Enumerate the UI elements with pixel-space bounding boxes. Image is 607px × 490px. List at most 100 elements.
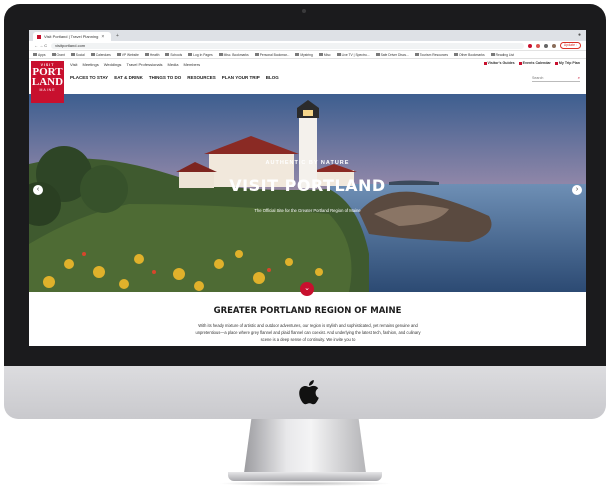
prev-slide-button[interactable]: ‹ [33, 185, 43, 195]
cta-icon [518, 61, 522, 65]
folder-icon [144, 53, 149, 57]
utility-nav-link[interactable]: Visit [70, 62, 77, 67]
update-button[interactable]: Update : [559, 42, 581, 49]
bookmark-label: Social [75, 52, 85, 57]
bookmark-item[interactable]: Misc. Bookmarks [218, 52, 249, 57]
utility-nav: Visit Meetings Weddings Travel Professional… [70, 62, 200, 67]
bookmark-label: Personal Bookmar... [259, 52, 290, 57]
folder-icon [70, 53, 75, 57]
intro-paragraph: With its heady mixture of artistic and o… [195, 323, 421, 342]
scroll-down-button[interactable]: ⌄ [300, 282, 314, 296]
hero-tagline: AUTHENTIC BY NATURE [265, 160, 350, 166]
bookmark-item[interactable]: VP Website [116, 52, 139, 57]
cta-icon [483, 61, 487, 65]
url-text: visitportland.com [55, 43, 86, 48]
bookmark-item[interactable]: Personal Bookmar... [254, 52, 290, 57]
folder-icon [454, 53, 458, 57]
main-nav-link[interactable]: PLAN YOUR TRIP [222, 75, 260, 80]
cta-link[interactable]: Events Calendar [518, 61, 551, 65]
utility-nav-link[interactable]: Travel Professionals [126, 62, 162, 67]
bookmark-label: Other Bookmarks [459, 52, 485, 57]
address-bar-row: ← → C visitportland.com Update : [29, 41, 586, 51]
bookmark-item[interactable]: Misc [318, 53, 331, 57]
bookmark-item[interactable]: Tourism Resources [414, 53, 448, 57]
webcam [302, 9, 306, 13]
folder-icon [188, 53, 193, 57]
browser-tab-bar: Visit Portland | Travel Planning × + ● [29, 30, 586, 41]
logo-maine-text: MAINE [39, 88, 56, 92]
close-tab-icon[interactable]: × [101, 34, 104, 40]
navigation-buttons[interactable]: ← → C [34, 43, 47, 48]
utility-nav-link[interactable]: Media [168, 62, 179, 67]
bookmark-label: Apps [38, 52, 46, 57]
utility-nav-link[interactable]: Meetings [82, 62, 98, 67]
main-nav-link[interactable]: BLOG [266, 75, 279, 80]
extension-icon[interactable] [535, 43, 540, 48]
bookmarks-bar: Apps Grant Social Calendars VP Website Health… [29, 51, 586, 59]
url-field[interactable]: visitportland.com [51, 42, 524, 49]
cta-label: Visitor's Guides [487, 61, 515, 65]
bookmark-item[interactable]: Live TV | Spectru... [336, 53, 370, 57]
bookmark-item[interactable]: Mystring [295, 53, 313, 57]
new-tab-button[interactable]: + [116, 33, 119, 39]
imac-computer: Visit Portland | Travel Planning × + ● ←… [0, 0, 607, 490]
folder-icon [318, 53, 323, 57]
bookmark-item[interactable]: Other Bookmarks [454, 53, 485, 57]
search-icon[interactable]: ⌕ [578, 75, 580, 80]
folder-icon [90, 53, 95, 57]
bookmark-label: Misc. Bookmarks [223, 52, 249, 57]
utility-nav-link[interactable]: Members [183, 62, 200, 67]
main-nav-link[interactable]: EAT & DRINK [114, 75, 143, 80]
main-nav-link[interactable]: THINGS TO DO [149, 75, 181, 80]
bookmark-label: Schools [170, 52, 183, 57]
bookmark-label: Calendars [95, 52, 111, 57]
browser-tab[interactable]: Visit Portland | Travel Planning × [33, 32, 111, 41]
bookmark-item[interactable]: Grant [51, 52, 65, 57]
next-slide-button[interactable]: › [572, 185, 582, 195]
favicon-icon [37, 34, 41, 39]
folder-icon [414, 53, 419, 57]
bookmark-item[interactable]: Calendars [90, 52, 111, 57]
window-control-icon[interactable]: ● [578, 32, 581, 38]
bookmark-item[interactable]: Health [144, 53, 159, 57]
main-nav-link[interactable]: RESOURCES [187, 75, 216, 80]
apple-logo-icon [299, 380, 319, 405]
search-input[interactable]: Search ⌕ [532, 74, 580, 82]
tab-title: Visit Portland | Travel Planning [44, 34, 99, 39]
pinterest-extension-icon[interactable] [527, 43, 532, 48]
bookmark-item[interactable]: Log In Pages [188, 52, 213, 57]
bookmark-label: VP Website [121, 52, 139, 57]
bookmark-label: Log In Pages [193, 52, 213, 57]
cta-icon [554, 61, 558, 65]
folder-icon [218, 53, 223, 57]
puzzle-extensions-icon[interactable] [543, 43, 548, 48]
bookmark-label: Safe Driver Discs... [380, 52, 409, 57]
cta-label: Events Calendar [522, 61, 551, 65]
bookmark-label: Reading List [495, 52, 514, 57]
hero-title: VISIT PORTLAND [229, 176, 386, 195]
cta-link[interactable]: Visitor's Guides [483, 61, 515, 65]
folder-icon [33, 53, 37, 57]
folder-icon [116, 53, 121, 57]
hero-subtitle: The Official Site for the Greater Portla… [254, 208, 361, 213]
visit-portland-logo[interactable]: VISIT PORT LAND MAINE [31, 61, 64, 103]
bookmark-item[interactable]: Reading List [490, 52, 514, 57]
bookmark-label: Grant [56, 52, 65, 57]
folder-icon [375, 53, 380, 57]
utility-nav-link[interactable]: Weddings [104, 62, 122, 67]
bookmark-item[interactable]: Apps [33, 53, 46, 57]
folder-icon [295, 53, 300, 57]
folder-icon [51, 53, 56, 57]
bookmark-item[interactable]: Schools [165, 53, 182, 57]
cta-links: Visitor's Guides Events Calendar My Trip P… [483, 61, 580, 65]
main-nav-link[interactable]: PLACES TO STAY [70, 75, 108, 80]
stand-neck [244, 419, 366, 473]
bookmark-item[interactable]: Social [70, 52, 85, 57]
hero-banner: AUTHENTIC BY NATURE VISIT PORTLAND The O… [29, 94, 586, 292]
site-header: VISIT PORT LAND MAINE Visit Meetings Weddi… [29, 59, 586, 103]
intro-heading: GREATER PORTLAND REGION OF MAINE [213, 306, 402, 316]
bookmark-item[interactable]: Safe Driver Discs... [375, 52, 409, 57]
cta-link[interactable]: My Trip Plan [554, 61, 580, 65]
stand-foot [228, 472, 382, 481]
profile-avatar[interactable] [551, 43, 556, 48]
